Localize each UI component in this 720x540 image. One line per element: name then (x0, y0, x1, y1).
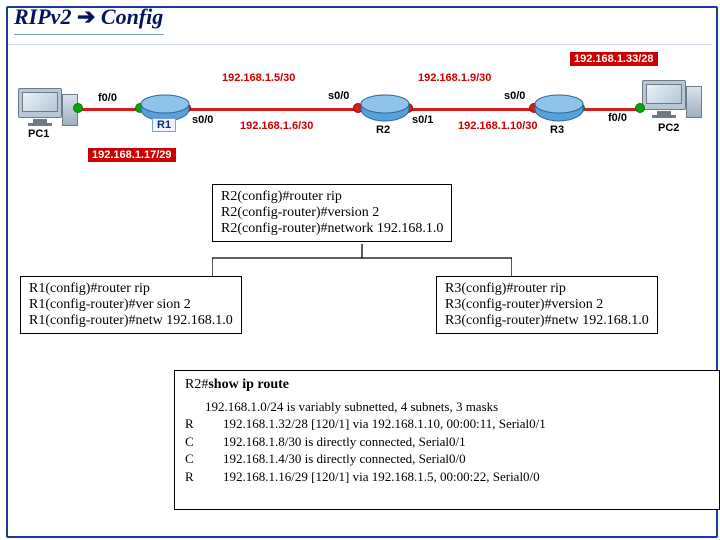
route-cmd: show ip route (208, 377, 289, 392)
if-label: s0/1 (412, 114, 433, 126)
router-r2-icon (360, 92, 410, 126)
route-code: R (185, 415, 203, 433)
route-code: C (185, 450, 203, 468)
pc1-label: PC1 (28, 128, 49, 140)
route-prompt: R2# (185, 377, 208, 392)
title-text-2: Config (95, 4, 163, 29)
route-row: R 192.168.1.32/28 [120/1] via 192.168.1.1… (185, 415, 709, 433)
title-text-1: RIPv2 (14, 4, 77, 29)
endpoint-dot (74, 104, 82, 112)
if-label: s0/0 (328, 90, 349, 102)
cfg-line: R1(config)#router rip (29, 281, 233, 297)
cfg-line: R3(config-router)#version 2 (445, 297, 649, 313)
if-label: f0/0 (98, 92, 117, 104)
route-summary: 192.168.1.0/24 is variably subnetted, 4 … (205, 399, 709, 415)
pc2-label: PC2 (658, 122, 679, 134)
endpoint-dot (636, 104, 644, 112)
link-r2-r3 (406, 108, 536, 111)
net-label: 192.168.1.6/30 (240, 120, 313, 132)
cfg-line: R1(config-router)#netw 192.168.1.0 (29, 313, 233, 329)
if-label: s0/0 (504, 90, 525, 102)
route-text: 192.168.1.32/28 [120/1] via 192.168.1.10… (223, 415, 546, 433)
r2-config-box: R2(config)#router rip R2(config-router)#… (212, 184, 452, 242)
r3-label: R3 (550, 124, 564, 136)
pc1-icon (18, 88, 62, 126)
net-label: 192.168.1.9/30 (418, 72, 491, 84)
slide-title: RIPv2 ➔ Config (14, 4, 163, 30)
route-text: 192.168.1.4/30 is directly connected, Se… (223, 450, 466, 468)
if-label: f0/0 (608, 112, 627, 124)
cfg-line: R2(config)#router rip (221, 189, 443, 205)
cfg-line: R2(config-router)#version 2 (221, 205, 443, 221)
pc2-icon (642, 80, 686, 118)
title-underline (14, 34, 164, 35)
subnet-badge: 192.168.1.17/29 (88, 148, 176, 162)
cfg-line: R1(config-router)#ver sion 2 (29, 297, 233, 313)
route-code: R (185, 468, 203, 486)
cfg-line: R2(config-router)#network 192.168.1.0 (221, 221, 443, 237)
r1-config-box: R1(config)#router rip R1(config-router)#… (20, 276, 242, 334)
network-topology: PC1 PC2 R1 R2 R3 f0/0 s0/0 s0/0 s0/1 s0/… (18, 52, 702, 172)
route-header: R2#show ip route (185, 377, 709, 393)
net-label: 192.168.1.5/30 (222, 72, 295, 84)
router-r3-icon (534, 92, 584, 126)
route-code: C (185, 433, 203, 451)
route-text: 192.168.1.8/30 is directly connected, Se… (223, 433, 466, 451)
title-rule (8, 44, 712, 45)
route-text: 192.168.1.16/29 [120/1] via 192.168.1.5,… (223, 468, 540, 486)
cfg-line: R3(config)#router rip (445, 281, 649, 297)
route-row: C 192.168.1.8/30 is directly connected, S… (185, 433, 709, 451)
r2-label: R2 (376, 124, 390, 136)
r3-config-box: R3(config)#router rip R3(config-router)#… (436, 276, 658, 334)
link-pc1-r1 (76, 108, 142, 111)
route-row: R 192.168.1.16/29 [120/1] via 192.168.1.5… (185, 468, 709, 486)
show-ip-route-box: R2#show ip route 192.168.1.0/24 is varia… (174, 370, 720, 510)
cfg-line: R3(config-router)#netw 192.168.1.0 (445, 313, 649, 329)
net-label: 192.168.1.10/30 (458, 120, 538, 132)
title-arrow-icon: ➔ (77, 4, 95, 29)
if-label: s0/0 (192, 114, 213, 126)
r1-label: R1 (152, 118, 176, 132)
route-row: C 192.168.1.4/30 is directly connected, S… (185, 450, 709, 468)
link-r1-r2 (184, 108, 360, 111)
subnet-badge: 192.168.1.33/28 (570, 52, 658, 66)
link-r3-pc2 (578, 108, 638, 111)
